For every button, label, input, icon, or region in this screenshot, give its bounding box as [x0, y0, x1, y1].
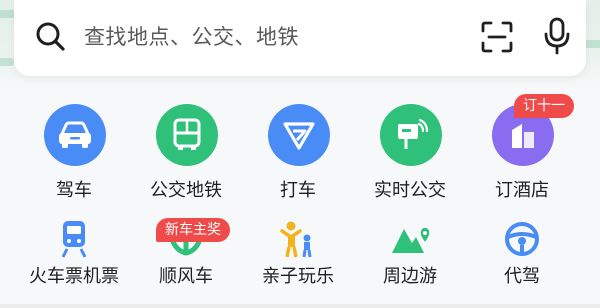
search-input[interactable]: 查找地点、公交、地铁: [84, 20, 299, 54]
bus-icon: [156, 104, 218, 166]
service-label: 亲子玩乐: [262, 266, 334, 287]
service-label: 顺风车: [159, 266, 213, 287]
service-label: 实时公交: [374, 180, 446, 201]
steering-wheel-icon: [499, 216, 545, 262]
search-bar[interactable]: 查找地点、公交、地铁: [14, 0, 586, 76]
car-icon: [44, 104, 106, 166]
search-icon[interactable]: [34, 20, 68, 54]
mountain-location-icon: [387, 216, 433, 262]
service-label: 订酒店: [495, 180, 549, 201]
scan-icon[interactable]: [480, 20, 514, 54]
service-label: 周边游: [383, 266, 437, 287]
divider: [0, 304, 600, 308]
service-label: 驾车: [56, 180, 92, 201]
carpool-promo-badge: 新车主奖: [156, 218, 230, 242]
family-icon: [275, 216, 321, 262]
train-icon: [51, 216, 97, 262]
taxi-icon: [268, 104, 330, 166]
bus-stop-icon: [380, 104, 442, 166]
service-label: 代驾: [504, 266, 540, 287]
hotel-promo-badge: 订十一: [514, 94, 574, 118]
service-label: 公交地铁: [150, 180, 222, 201]
service-label: 火车票机票: [29, 266, 119, 287]
service-label: 打车: [280, 180, 316, 201]
microphone-icon[interactable]: [542, 17, 572, 55]
